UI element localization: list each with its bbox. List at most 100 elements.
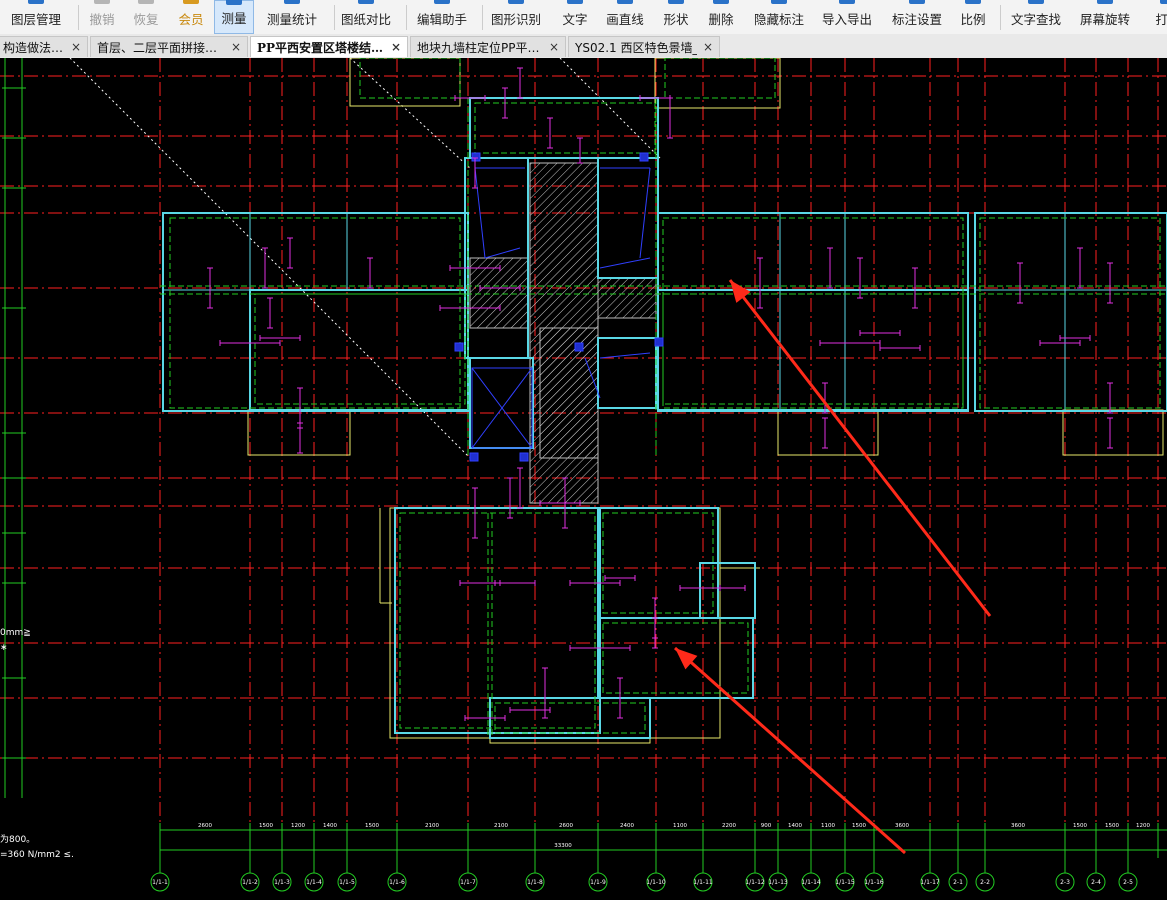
dimension-label: 1200 (291, 823, 305, 829)
axis-bubble-label: 1/1-12 (745, 879, 765, 886)
dimension-label: 1200 (1136, 823, 1150, 829)
shape-recognition-icon (508, 0, 524, 4)
axis-bubble-label: 1/1-1 (152, 879, 168, 886)
toolbar-button-9[interactable]: 图形识别 (488, 0, 544, 34)
document-tab-1[interactable]: 构造做法… × (0, 36, 88, 57)
toolbar-button-label: 会员 (178, 12, 204, 27)
edit-assistant-icon (434, 0, 450, 4)
dimension-label: 1100 (821, 823, 835, 829)
toolbar-button-14[interactable]: 隐藏标注 (750, 0, 808, 34)
delete-icon (713, 0, 729, 4)
axis-bubble-label: 1/1-5 (339, 879, 355, 886)
dimension-label: 2600 (559, 823, 573, 829)
dimension-label: 900 (761, 823, 772, 829)
close-tab-icon[interactable]: × (703, 40, 713, 54)
close-tab-icon[interactable]: × (391, 40, 401, 54)
document-tab-5[interactable]: YS02.1 西区特色景墙_t… × (568, 36, 720, 57)
document-tab-2[interactable]: 首层、二层平面拼接… × (90, 36, 248, 57)
toolbar-button-12[interactable]: 形状 (659, 0, 693, 34)
dimension-label: 1500 (1073, 823, 1087, 829)
toolbar-button-label: 撤销 (89, 12, 115, 27)
diagonal-guide (349, 58, 471, 169)
toolbar-button-label: 导入导出 (821, 12, 872, 27)
tab-label: PP平西安置区塔楼结… (257, 40, 384, 55)
drawing-canvas[interactable]: 2600 1500 1200 1400 1500 2100 2100 2600 2400 1100… (0, 58, 1167, 900)
axis-bubble-label: 1/1-7 (460, 879, 476, 886)
toolbar-button-5[interactable]: 测量 (214, 0, 254, 34)
hide-annotation-icon (771, 0, 787, 4)
toolbar-button-label: 标注设置 (891, 12, 942, 27)
axis-bubble-label: 1/1-14 (801, 879, 821, 886)
toolbar-button-1[interactable]: 图层管理 (8, 0, 64, 34)
core-hatch (597, 277, 657, 319)
toolbar: 图层管理 撤销 恢复 会员 测量 测量统计 图纸对比 编辑助手 图形识别 文字 画直线 形状 删除 隐藏标… (0, 0, 1167, 35)
toolbar-button-label: 图层管理 (10, 12, 61, 27)
column-marker (654, 337, 664, 347)
axis-bubble-label: 2-1 (953, 879, 963, 886)
dimension-label: 2400 (620, 823, 634, 829)
toolbar-button-16[interactable]: 标注设置 (888, 0, 946, 34)
toolbar-button-11[interactable]: 画直线 (603, 0, 647, 34)
dimension-label: 1500 (365, 823, 379, 829)
toolbar-button-label: 文字查找 (1010, 12, 1061, 27)
toolbar-button-8[interactable]: 编辑助手 (412, 0, 472, 34)
diagonal-guide (559, 58, 661, 159)
cyan-wall-outline (699, 562, 756, 619)
toolbar-button-label: 比例 (960, 12, 986, 27)
column-marker (574, 342, 584, 352)
toolbar-separator (1000, 5, 1001, 30)
toolbar-button-20[interactable]: 打印 (1148, 0, 1167, 34)
document-tab-4[interactable]: 地块九墙柱定位PP平… × (410, 36, 566, 57)
beam-dashed (474, 102, 656, 154)
side-note-4: =360 N/mm2 ≤. (0, 850, 74, 860)
axis-bubble-label: 1/1-11 (693, 879, 713, 886)
axis-bubble-label: 2-5 (1123, 879, 1133, 886)
document-tab-3[interactable]: PP平西安置区塔楼结… × (250, 36, 408, 57)
yellow-wall-outline (654, 58, 781, 109)
cyan-wall-outline (469, 97, 659, 159)
axis-bubble-label: 1/1-4 (306, 879, 322, 886)
axis-bubble-label: 1/1-15 (835, 879, 855, 886)
toolbar-button-10[interactable]: 文字 (558, 0, 592, 34)
tab-label: 构造做法… (3, 40, 64, 55)
axis-bubble-label: 1/1-13 (768, 879, 788, 886)
tab-label: 地块九墙柱定位PP平… (417, 40, 540, 55)
toolbar-button-7[interactable]: 图纸对比 (338, 0, 394, 34)
close-tab-icon[interactable]: × (549, 40, 559, 54)
cyan-wall-outline (597, 337, 657, 409)
cyan-wall-outline (974, 212, 1167, 412)
axis-bubble-label: 1/1-16 (864, 879, 884, 886)
dimension-label: 1500 (1105, 823, 1119, 829)
toolbar-button-label: 编辑助手 (416, 12, 467, 27)
toolbar-button-13[interactable]: 删除 (704, 0, 738, 34)
line-icon (617, 0, 633, 4)
axis-bubble-label: 2-3 (1060, 879, 1070, 886)
print-icon (1160, 0, 1167, 4)
scale-icon (965, 0, 981, 4)
toolbar-button-17[interactable]: 比例 (956, 0, 990, 34)
toolbar-button-19[interactable]: 屏幕旋转 (1076, 0, 1134, 34)
column-marker (639, 152, 649, 162)
total-dimension-label: 33300 (554, 843, 572, 849)
toolbar-separator (334, 5, 335, 30)
toolbar-separator (406, 5, 407, 30)
cad-drawing[interactable]: 2600 1500 1200 1400 1500 2100 2100 2600 2400 1100… (0, 58, 1167, 900)
toolbar-button-15[interactable]: 导入导出 (818, 0, 876, 34)
beam-dashed (662, 217, 964, 409)
compare-icon (358, 0, 374, 4)
axis-bubble-label: 1/1-9 (590, 879, 606, 886)
dimension-label: 3600 (895, 823, 909, 829)
axis-bubble-label: 2-2 (980, 879, 990, 886)
axis-bubble-label: 1/1-10 (646, 879, 666, 886)
blue-line (599, 257, 651, 269)
column-marker (454, 342, 464, 352)
toolbar-button-4[interactable]: 会员 (173, 0, 209, 34)
dimension-label: 1400 (788, 823, 802, 829)
toolbar-button-18[interactable]: 文字查找 (1006, 0, 1066, 34)
annotation-settings-icon (909, 0, 925, 4)
dimension-label: 2100 (494, 823, 508, 829)
close-tab-icon[interactable]: × (231, 40, 241, 54)
side-note-3: 为800。 (0, 835, 36, 845)
close-tab-icon[interactable]: × (71, 40, 81, 54)
toolbar-button-6[interactable]: 测量统计 (262, 0, 322, 34)
